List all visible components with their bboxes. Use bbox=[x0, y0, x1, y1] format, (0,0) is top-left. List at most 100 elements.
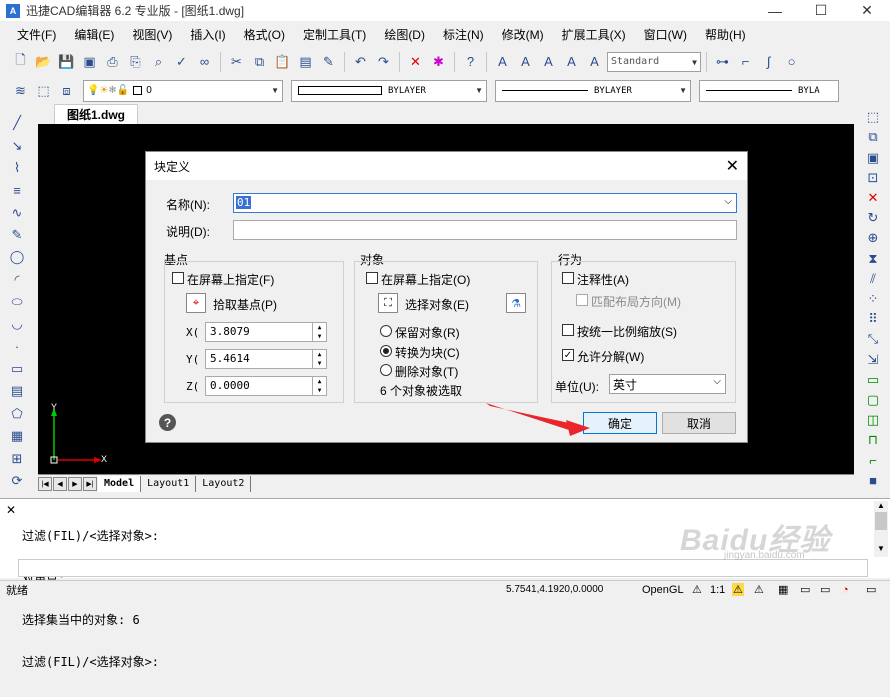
move-icon[interactable]: ⊕ bbox=[863, 229, 883, 247]
menu-dimension[interactable]: 标注(N) bbox=[434, 26, 493, 43]
description-field[interactable] bbox=[233, 220, 737, 240]
extend-icon[interactable]: ▢ bbox=[863, 391, 883, 409]
circle-icon[interactable]: ◯ bbox=[7, 248, 27, 266]
linetype-select[interactable]: BYLAYER ▼ bbox=[495, 79, 691, 102]
menu-file[interactable]: 文件(F) bbox=[8, 26, 65, 43]
paste-special-icon[interactable]: ▤ bbox=[295, 51, 316, 72]
spline-icon[interactable]: ∿ bbox=[7, 203, 27, 221]
spell-check-icon[interactable]: ✓ bbox=[171, 51, 192, 72]
save-as-icon[interactable]: ▣ bbox=[79, 51, 100, 72]
binoculars-icon[interactable]: ∞ bbox=[194, 51, 215, 72]
retain-objects-radio[interactable] bbox=[380, 325, 392, 337]
point-icon[interactable]: · bbox=[7, 338, 27, 356]
scroll-down-icon[interactable]: ▼ bbox=[874, 544, 888, 553]
allow-explode-checkbox[interactable]: ✓ bbox=[562, 349, 574, 361]
stretch-icon[interactable]: ⇲ bbox=[863, 350, 883, 368]
polyline-icon[interactable]: ⌐ bbox=[735, 51, 756, 72]
menu-draw[interactable]: 绘图(D) bbox=[375, 26, 434, 43]
ok-button[interactable]: 确定 bbox=[583, 412, 657, 434]
color-select[interactable]: BYLAYER ▼ bbox=[291, 79, 487, 102]
open-file-icon[interactable]: 📂 bbox=[33, 51, 54, 72]
annotation-scale-icon[interactable]: ⚠ bbox=[692, 583, 702, 596]
cut-icon[interactable]: ✂ bbox=[226, 51, 247, 72]
text-style-icon[interactable]: A bbox=[561, 51, 582, 72]
annotation-visibility-icon[interactable]: ⚠ bbox=[732, 583, 744, 596]
base-y-input[interactable]: 5.4614 ▲ ▼ bbox=[205, 349, 327, 369]
help-icon[interactable]: ? bbox=[460, 51, 481, 72]
paste-icon[interactable]: 📋 bbox=[272, 51, 293, 72]
maximize-button[interactable]: ☐ bbox=[798, 0, 844, 21]
chamfer-icon[interactable]: ⊓ bbox=[863, 431, 883, 449]
command-close-icon[interactable]: ✕ bbox=[6, 503, 16, 517]
ellipse-icon[interactable]: ⬭ bbox=[7, 293, 27, 311]
convert-to-block-radio[interactable] bbox=[380, 345, 392, 357]
prev-tab-icon[interactable]: ◀ bbox=[53, 476, 67, 491]
print-icon[interactable]: ⎙ bbox=[102, 51, 123, 72]
menu-view[interactable]: 视图(V) bbox=[123, 26, 181, 43]
base-specify-on-screen-checkbox[interactable] bbox=[172, 272, 184, 284]
line-icon[interactable]: ╱ bbox=[7, 114, 27, 132]
insert-block-icon[interactable]: ⊡ bbox=[863, 169, 883, 187]
minimize-button[interactable]: — bbox=[752, 0, 798, 21]
layer-select[interactable]: 💡 ☀ ❄ 🔓 0 ▼ bbox=[83, 79, 283, 102]
rectangle-icon[interactable]: ▭ bbox=[7, 360, 27, 378]
quick-select-filter-icon[interactable]: ⚗ bbox=[506, 293, 526, 313]
arc-icon[interactable]: ◜ bbox=[7, 271, 27, 289]
scroll-up-icon[interactable]: ▲ bbox=[874, 501, 888, 510]
table-icon[interactable]: ⊞ bbox=[7, 449, 27, 467]
line-segment-icon[interactable]: ⊶ bbox=[712, 51, 733, 72]
block-name-field[interactable]: 01 ⌵ bbox=[233, 193, 737, 213]
menu-format[interactable]: 格式(O) bbox=[235, 26, 294, 43]
annotative-checkbox[interactable] bbox=[562, 272, 574, 284]
rotate-icon[interactable]: ↻ bbox=[863, 209, 883, 227]
delete-icon[interactable]: ✕ bbox=[405, 51, 426, 72]
undo-icon[interactable]: ↶ bbox=[350, 51, 371, 72]
text-edit-icon[interactable]: A bbox=[538, 51, 559, 72]
freehand-icon[interactable]: ✎ bbox=[7, 226, 27, 244]
ellipse-arc-icon[interactable]: ◡ bbox=[7, 315, 27, 333]
first-tab-icon[interactable]: |◀ bbox=[38, 476, 52, 491]
array-grid-icon[interactable]: ⠿ bbox=[863, 310, 883, 328]
base-z-input[interactable]: 0.0000 ▲ ▼ bbox=[205, 376, 327, 396]
lineweight-select[interactable]: BYLA bbox=[699, 79, 839, 102]
layer-previous-icon[interactable]: ⧈ bbox=[56, 80, 77, 101]
copy-icon[interactable]: ⧉ bbox=[249, 51, 270, 72]
save-icon[interactable]: 💾 bbox=[56, 51, 77, 72]
multiline-icon[interactable]: ≡ bbox=[7, 181, 27, 199]
status-scale[interactable]: 1:1 bbox=[710, 584, 725, 596]
new-file-icon[interactable]: 🗋 bbox=[10, 51, 31, 72]
regen-icon[interactable]: ⟳ bbox=[7, 472, 27, 490]
dialog-close-button[interactable]: ✕ bbox=[726, 156, 739, 176]
erase-icon[interactable]: ✕ bbox=[863, 189, 883, 207]
explode-icon[interactable]: ■ bbox=[863, 472, 883, 490]
status-render-mode[interactable]: OpenGL bbox=[642, 584, 684, 596]
document-tab[interactable]: 图纸1.dwg bbox=[54, 104, 139, 124]
menu-edit[interactable]: 编辑(E) bbox=[65, 26, 123, 43]
match-orientation-checkbox[interactable] bbox=[576, 294, 588, 306]
array-icon[interactable]: ⁘ bbox=[863, 290, 883, 308]
pick-base-point-button[interactable]: 拾取基点(P) bbox=[213, 296, 277, 313]
select-objects-button[interactable]: 选择对象(E) bbox=[405, 296, 469, 313]
chevron-down-icon[interactable]: ⌵ bbox=[724, 196, 732, 207]
ray-icon[interactable]: ↘ bbox=[7, 136, 27, 154]
canvas-vertical-scrollbar[interactable] bbox=[852, 124, 854, 474]
circle-icon[interactable]: ○ bbox=[781, 51, 802, 72]
text-style-select[interactable]: Standard ▼ bbox=[607, 51, 701, 72]
objects-specify-on-screen-checkbox[interactable] bbox=[366, 272, 378, 284]
tab-layout1[interactable]: Layout1 bbox=[141, 475, 197, 492]
layer-state-icon[interactable]: ⬚ bbox=[33, 80, 54, 101]
select-objects-icon[interactable]: ⛶ bbox=[378, 293, 398, 313]
break-icon[interactable]: ◫ bbox=[863, 411, 883, 429]
hatch-icon[interactable]: ▤ bbox=[7, 382, 27, 400]
close-window-button[interactable]: ✕ bbox=[844, 0, 890, 21]
x-stepper-icon[interactable]: ▲ ▼ bbox=[312, 323, 326, 341]
last-tab-icon[interactable]: ▶| bbox=[83, 476, 97, 491]
scale-icon[interactable]: ⤡ bbox=[863, 330, 883, 348]
polyline-icon[interactable]: ⌇ bbox=[7, 159, 27, 177]
purge-icon[interactable]: ✱ bbox=[428, 51, 449, 72]
clean-screen-icon[interactable]: ◔ bbox=[842, 584, 849, 596]
tab-model[interactable]: Model bbox=[98, 475, 142, 492]
cancel-button[interactable]: 取消 bbox=[662, 412, 736, 434]
layers-icon[interactable]: ≋ bbox=[10, 80, 31, 101]
auto-scale-icon[interactable]: ⚠ bbox=[754, 583, 764, 596]
